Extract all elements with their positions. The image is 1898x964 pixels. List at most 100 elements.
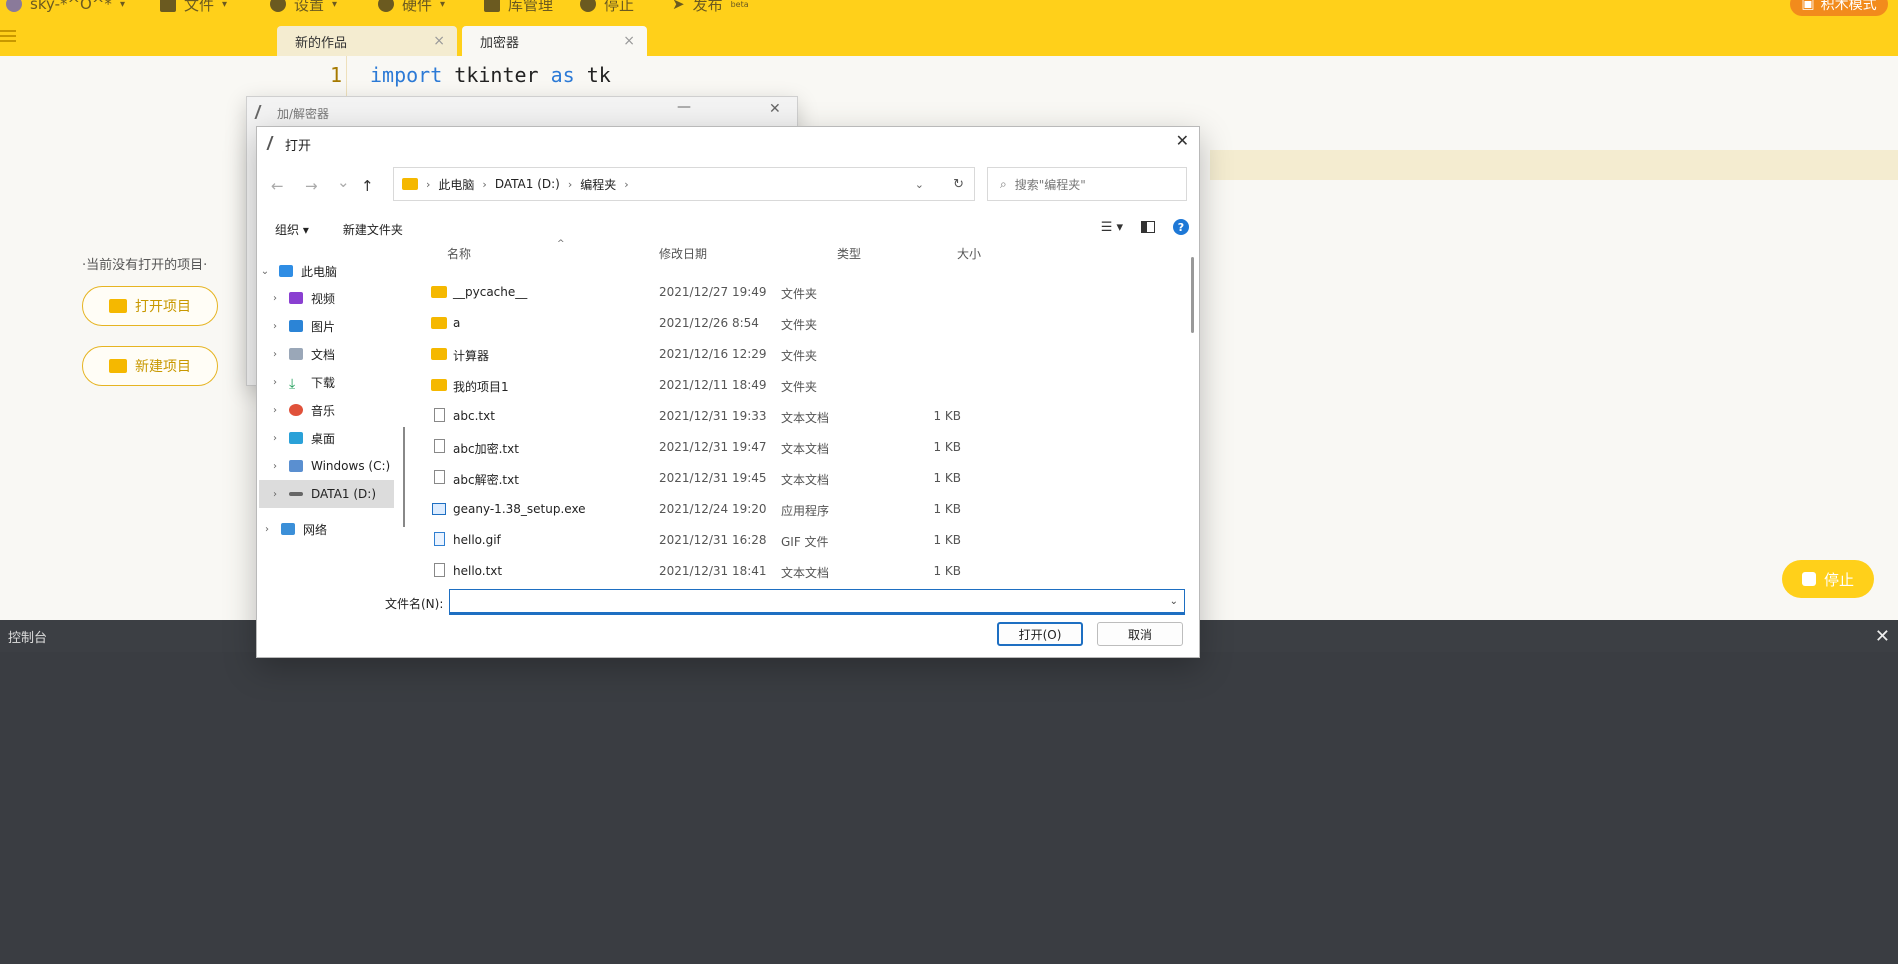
help-icon[interactable]: ?	[1173, 219, 1189, 235]
file-date: 2021/12/11 18:49	[659, 378, 767, 392]
tree-item-music[interactable]: › 音乐	[269, 396, 335, 424]
settings-menu[interactable]: 设置 ▾	[270, 0, 337, 14]
drive-icon	[289, 460, 303, 472]
back-button[interactable]: ←	[271, 177, 284, 195]
current-line-highlight	[1210, 150, 1898, 180]
file-row[interactable]: hello.gif 2021/12/31 16:28 GIF 文件 1 KB	[431, 525, 1171, 555]
file-name: abc.txt	[453, 409, 495, 423]
publish-button[interactable]: ➤ 发布 beta	[672, 0, 749, 14]
stop-run-button[interactable]: 停止	[1782, 560, 1874, 598]
tab-encryptor[interactable]: 加密器 ×	[462, 26, 647, 56]
tree-item-windows-c[interactable]: › Windows (C:)	[269, 452, 390, 480]
hardware-menu[interactable]: 硬件 ▾	[378, 0, 445, 14]
file-type: 文件夹	[781, 380, 818, 394]
chevron-right-icon: ›	[273, 292, 277, 304]
breadcrumb-this-pc[interactable]: 此电脑	[438, 176, 474, 193]
code-line[interactable]: import tkinter as tk	[370, 63, 611, 87]
refresh-icon[interactable]: ↻	[953, 177, 964, 192]
tree-item-data1-d[interactable]: › DATA1 (D:)	[259, 480, 394, 508]
file-type: 文本文档	[781, 566, 830, 580]
library-icon	[484, 0, 500, 12]
minimize-button[interactable]: —	[677, 99, 691, 115]
file-row[interactable]: abc.txt 2021/12/31 19:33 文本文档 1 KB	[431, 401, 1171, 431]
preview-pane-icon[interactable]	[1141, 221, 1155, 233]
top-toolbar: sky-*^O^* ▾ 文件 ▾ 设置 ▾ 硬件 ▾ 库管理 停止 ➤ 发布 b…	[0, 0, 1898, 22]
tree-item-downloads[interactable]: › ⤓ 下载	[269, 368, 335, 396]
tab-new-work[interactable]: 新的作品 ×	[277, 26, 457, 56]
tree-item-this-pc[interactable]: ⌄ 此电脑	[259, 257, 337, 285]
file-row[interactable]: abc解密.txt 2021/12/31 19:45 文本文档 1 KB	[431, 463, 1171, 493]
blocks-icon: ▣	[1801, 0, 1815, 12]
tree-item-desktop[interactable]: › 桌面	[269, 424, 335, 452]
file-row[interactable]: 我的项目1 2021/12/11 18:49 文件夹	[431, 370, 1171, 400]
tree-item-documents[interactable]: › 文档	[269, 340, 335, 368]
chevron-down-icon[interactable]: ⌄	[915, 178, 924, 191]
filename-input[interactable]: ⌄	[449, 589, 1185, 615]
stop-icon	[580, 0, 596, 12]
file-row[interactable]: a 2021/12/26 8:54 文件夹	[431, 308, 1171, 338]
address-bar[interactable]: › 此电脑 › DATA1 (D:) › 编程夹 › ⌄ ↻	[393, 167, 975, 201]
file-menu[interactable]: 文件 ▾	[160, 0, 227, 14]
open-project-button[interactable]: 打开项目	[82, 286, 218, 326]
file-row[interactable]: 计算器 2021/12/16 12:29 文件夹	[431, 339, 1171, 369]
chevron-down-icon[interactable]: ⌄	[1170, 596, 1178, 607]
new-project-button[interactable]: 新建项目	[82, 346, 218, 386]
close-icon[interactable]: ✕	[1875, 626, 1890, 647]
file-size: 1 KB	[933, 564, 961, 578]
file-date: 2021/12/27 19:49	[659, 285, 767, 299]
forward-button[interactable]: →	[305, 177, 318, 195]
chevron-right-icon: ›	[273, 320, 277, 332]
file-date: 2021/12/31 16:28	[659, 533, 767, 547]
tree-item-network[interactable]: › 网络	[261, 515, 327, 543]
gear-icon	[270, 0, 286, 12]
hamburger-menu-icon[interactable]	[0, 30, 16, 44]
stop-toolbar-button[interactable]: 停止	[580, 0, 634, 14]
chevron-down-icon: ▾	[222, 0, 228, 10]
file-date: 2021/12/31 19:45	[659, 471, 767, 485]
tree-item-videos[interactable]: › 视频	[269, 284, 335, 312]
desktop-icon	[289, 432, 303, 444]
file-type: 文件夹	[781, 349, 818, 363]
navigation-tree: ⌄ 此电脑 › 视频 › 图片 › 文档 › ⤓ 下载 › 音乐 › 桌面 › …	[259, 257, 394, 577]
folder-icon	[431, 379, 447, 391]
close-button[interactable]: ✕	[769, 101, 781, 117]
column-date[interactable]: 修改日期	[659, 245, 707, 262]
organize-button[interactable]: 组织 ▾	[275, 221, 309, 238]
cancel-button[interactable]: 取消	[1097, 622, 1183, 646]
avatar	[6, 0, 22, 12]
file-row[interactable]: abc加密.txt 2021/12/31 19:47 文本文档 1 KB	[431, 432, 1171, 462]
new-folder-button[interactable]: 新建文件夹	[343, 221, 403, 238]
file-row[interactable]: hello.txt 2021/12/31 18:41 文本文档 1 KB	[431, 556, 1171, 586]
feather-icon	[266, 136, 280, 150]
view-menu-button[interactable]: ☰ ▾	[1101, 220, 1123, 235]
close-icon[interactable]: ×	[623, 33, 635, 49]
file-row[interactable]: __pycache__ 2021/12/27 19:49 文件夹	[431, 277, 1171, 307]
image-file-icon	[434, 532, 445, 546]
tree-scrollbar[interactable]	[403, 427, 405, 527]
text-file-icon	[434, 408, 445, 422]
column-type[interactable]: 类型	[837, 245, 861, 262]
user-menu[interactable]: sky-*^O^* ▾	[6, 0, 125, 14]
column-size[interactable]: 大小	[957, 245, 981, 262]
recent-locations-button[interactable]: ⌄	[337, 173, 350, 191]
file-row[interactable]: geany-1.38_setup.exe 2021/12/24 19:20 应用程序…	[431, 494, 1171, 524]
block-mode-button[interactable]: ▣ 积木模式	[1790, 0, 1888, 16]
search-icon: ⌕	[1000, 176, 1007, 191]
breadcrumb-data1[interactable]: DATA1 (D:)	[495, 177, 560, 191]
file-size: 1 KB	[933, 440, 961, 454]
close-icon[interactable]: ×	[433, 33, 445, 49]
open-button[interactable]: 打开(O)	[997, 622, 1083, 646]
file-type: 应用程序	[781, 504, 830, 518]
up-button[interactable]: ↑	[361, 177, 374, 195]
console-output[interactable]	[0, 652, 1898, 964]
tree-item-pictures[interactable]: › 图片	[269, 312, 335, 340]
no-project-text: ·当前没有打开的项目·	[82, 258, 208, 273]
breadcrumb-folder[interactable]: 编程夹	[580, 176, 616, 193]
column-name[interactable]: 名称	[447, 245, 471, 262]
file-name: __pycache__	[453, 285, 528, 299]
dialog-close-button[interactable]: ✕	[1176, 131, 1189, 150]
folder-add-icon	[109, 359, 127, 373]
search-box[interactable]: ⌕ 搜索"编程夹"	[987, 167, 1187, 201]
file-list-scrollbar[interactable]	[1191, 257, 1194, 333]
library-button[interactable]: 库管理	[484, 0, 553, 14]
